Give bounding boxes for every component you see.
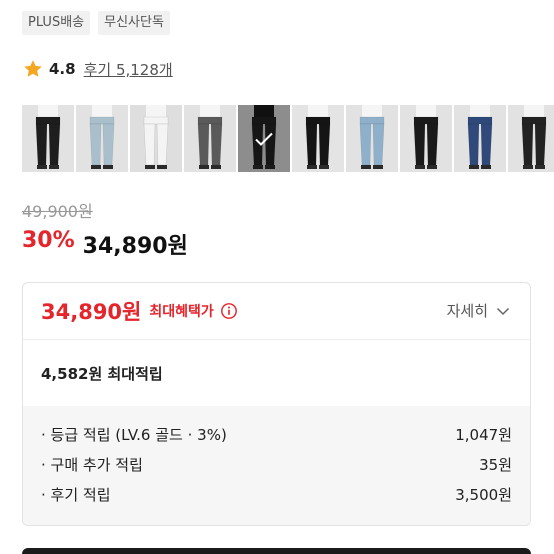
star-icon [24, 60, 42, 77]
thumbnail-jeans-grey[interactable] [184, 105, 236, 172]
info-icon[interactable] [220, 302, 238, 320]
thumbnail-jeans-black[interactable] [22, 105, 74, 172]
max-points-total: 4,582원 최대적립 [41, 364, 163, 383]
thumbnail-figure [413, 105, 439, 169]
points-row: · 후기 적립 3,500원 [41, 479, 512, 509]
badge-exclusive: 무신사단독 [98, 11, 170, 35]
thumbnail-figure [359, 105, 385, 169]
thumbnail-jeans-darkblack[interactable] [400, 105, 452, 172]
rating-summary: 4.8 후기 5,128개 [22, 58, 173, 80]
points-row-value: 35원 [479, 455, 512, 474]
original-price: 49,900원 [22, 202, 93, 221]
badge-plus-delivery: PLUS배송 [22, 11, 91, 35]
thumbnail-figure [89, 105, 115, 169]
best-price: 34,890원 [41, 300, 142, 324]
points-row-label: · 등급 적립 (LV.6 골드 · 3%) [41, 425, 227, 444]
points-row: · 등급 적립 (LV.6 골드 · 3%) 1,047원 [41, 419, 512, 449]
thumbnail-jeans-lightblue[interactable] [76, 105, 128, 172]
badge-list: PLUS배송 무신사단독 [22, 11, 170, 35]
check-icon [255, 132, 273, 146]
thumbnail-figure [305, 105, 331, 169]
sale-price-row: 30% 34,890원 [22, 228, 188, 260]
thumbnail-jeans-black-2[interactable] [292, 105, 344, 172]
points-row-value: 1,047원 [455, 425, 512, 444]
thumbnail-jeans-selected[interactable] [238, 105, 290, 172]
detail-toggle-label: 자세히 [446, 302, 488, 320]
points-row: · 구매 추가 적립 35원 [41, 449, 512, 479]
thumbnail-figure [197, 105, 223, 169]
thumbnail-jeans-partial[interactable] [508, 105, 554, 172]
thumbnail-figure [143, 105, 169, 169]
bottom-action-bar[interactable] [22, 548, 531, 554]
discount-percent: 30% [22, 228, 75, 253]
points-row-label: · 구매 추가 적립 [41, 455, 143, 474]
thumbnail-figure [467, 105, 493, 169]
thumbnail-figure [521, 105, 547, 169]
thumbnail-jeans-lightwash[interactable] [346, 105, 398, 172]
points-breakdown: · 등급 적립 (LV.6 골드 · 3%) 1,047원 · 구매 추가 적립… [23, 406, 530, 525]
reviews-link[interactable]: 후기 5,128개 [84, 59, 173, 80]
thumbnail-figure [35, 105, 61, 169]
points-row-label: · 후기 적립 [41, 485, 111, 504]
chevron-down-icon [496, 307, 510, 315]
thumbnail-jeans-indigo[interactable] [454, 105, 506, 172]
detail-toggle-button[interactable]: 자세히 [447, 300, 510, 321]
color-variant-thumbnails [22, 105, 554, 172]
benefit-card-header: 34,890원 최대혜택가 자세히 [23, 283, 530, 339]
rating-score: 4.8 [49, 60, 76, 78]
points-row-value: 3,500원 [455, 485, 512, 504]
best-price-label: 최대혜택가 [149, 304, 214, 320]
benefit-card: 34,890원 최대혜택가 자세히 4,582원 최대적립 · 등급 적립 (L… [22, 282, 531, 526]
thumbnail-jeans-white[interactable] [130, 105, 182, 172]
sale-price: 34,890원 [82, 234, 188, 259]
